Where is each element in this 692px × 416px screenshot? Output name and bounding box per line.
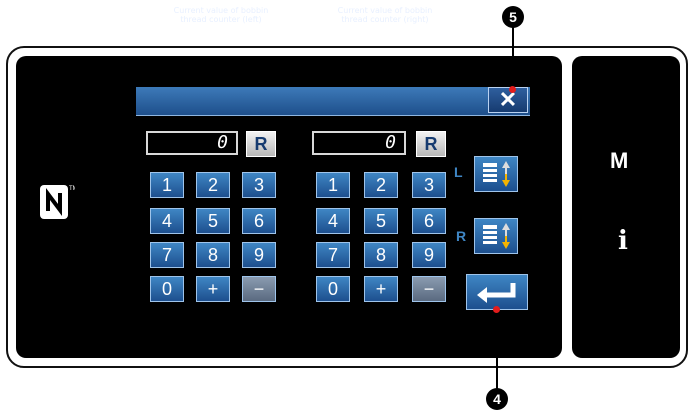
right-key-4[interactable]: 4 (316, 208, 350, 234)
info-button[interactable]: i (618, 226, 628, 256)
right-key-2[interactable]: 2 (364, 172, 398, 198)
enter-icon (477, 283, 516, 303)
left-key-5[interactable]: 5 (196, 208, 230, 234)
svg-text:TM: TM (69, 186, 75, 192)
bobbin-winder-icon (483, 161, 510, 187)
right-side-label: R (456, 228, 467, 244)
right-reset-button[interactable]: R (416, 131, 446, 157)
right-key-9[interactable]: 9 (412, 242, 446, 268)
right-key-6[interactable]: 6 (412, 208, 446, 234)
callout-5-dot (509, 86, 516, 93)
left-key-6[interactable]: 6 (242, 208, 276, 234)
right-counter-title: Current value of bobbin thread counter (… (337, 6, 433, 24)
left-counter-display: 0 (146, 131, 238, 155)
left-reset-button[interactable]: R (246, 131, 276, 157)
bobbin-winder-icon (483, 223, 510, 249)
close-button[interactable]: ✕ (488, 87, 528, 113)
left-key-0[interactable]: 0 (150, 276, 184, 302)
left-key-2[interactable]: 2 (196, 172, 230, 198)
left-counter-title: Current value of bobbin thread counter (… (173, 6, 269, 24)
m-button[interactable]: M (610, 148, 628, 174)
left-key-7[interactable]: 7 (150, 242, 184, 268)
left-key-3[interactable]: 3 (242, 172, 276, 198)
dialog-header (136, 87, 530, 116)
left-key-9[interactable]: 9 (242, 242, 276, 268)
enter-button[interactable] (466, 274, 528, 310)
left-key-8[interactable]: 8 (196, 242, 230, 268)
right-key-minus[interactable]: − (412, 276, 446, 302)
callout-4-dot (493, 306, 500, 313)
side-button-panel (572, 56, 680, 358)
callout-5-line (512, 27, 514, 89)
right-key-1[interactable]: 1 (316, 172, 350, 198)
left-key-4[interactable]: 4 (150, 208, 184, 234)
callout-4-line (496, 310, 498, 389)
right-key-3[interactable]: 3 (412, 172, 446, 198)
left-key-minus[interactable]: − (242, 276, 276, 302)
right-key-0[interactable]: 0 (316, 276, 350, 302)
right-bobbin-winder-button[interactable] (474, 218, 518, 254)
left-side-label: L (454, 164, 463, 180)
nfc-icon: TM (40, 185, 75, 219)
right-key-5[interactable]: 5 (364, 208, 398, 234)
right-key-7[interactable]: 7 (316, 242, 350, 268)
right-counter-display: 0 (312, 131, 406, 155)
left-key-1[interactable]: 1 (150, 172, 184, 198)
callout-5: 5 (502, 6, 524, 28)
left-bobbin-winder-button[interactable] (474, 156, 518, 192)
right-key-plus[interactable]: + (364, 276, 398, 302)
right-key-8[interactable]: 8 (364, 242, 398, 268)
left-key-plus[interactable]: + (196, 276, 230, 302)
callout-4: 4 (486, 388, 508, 410)
